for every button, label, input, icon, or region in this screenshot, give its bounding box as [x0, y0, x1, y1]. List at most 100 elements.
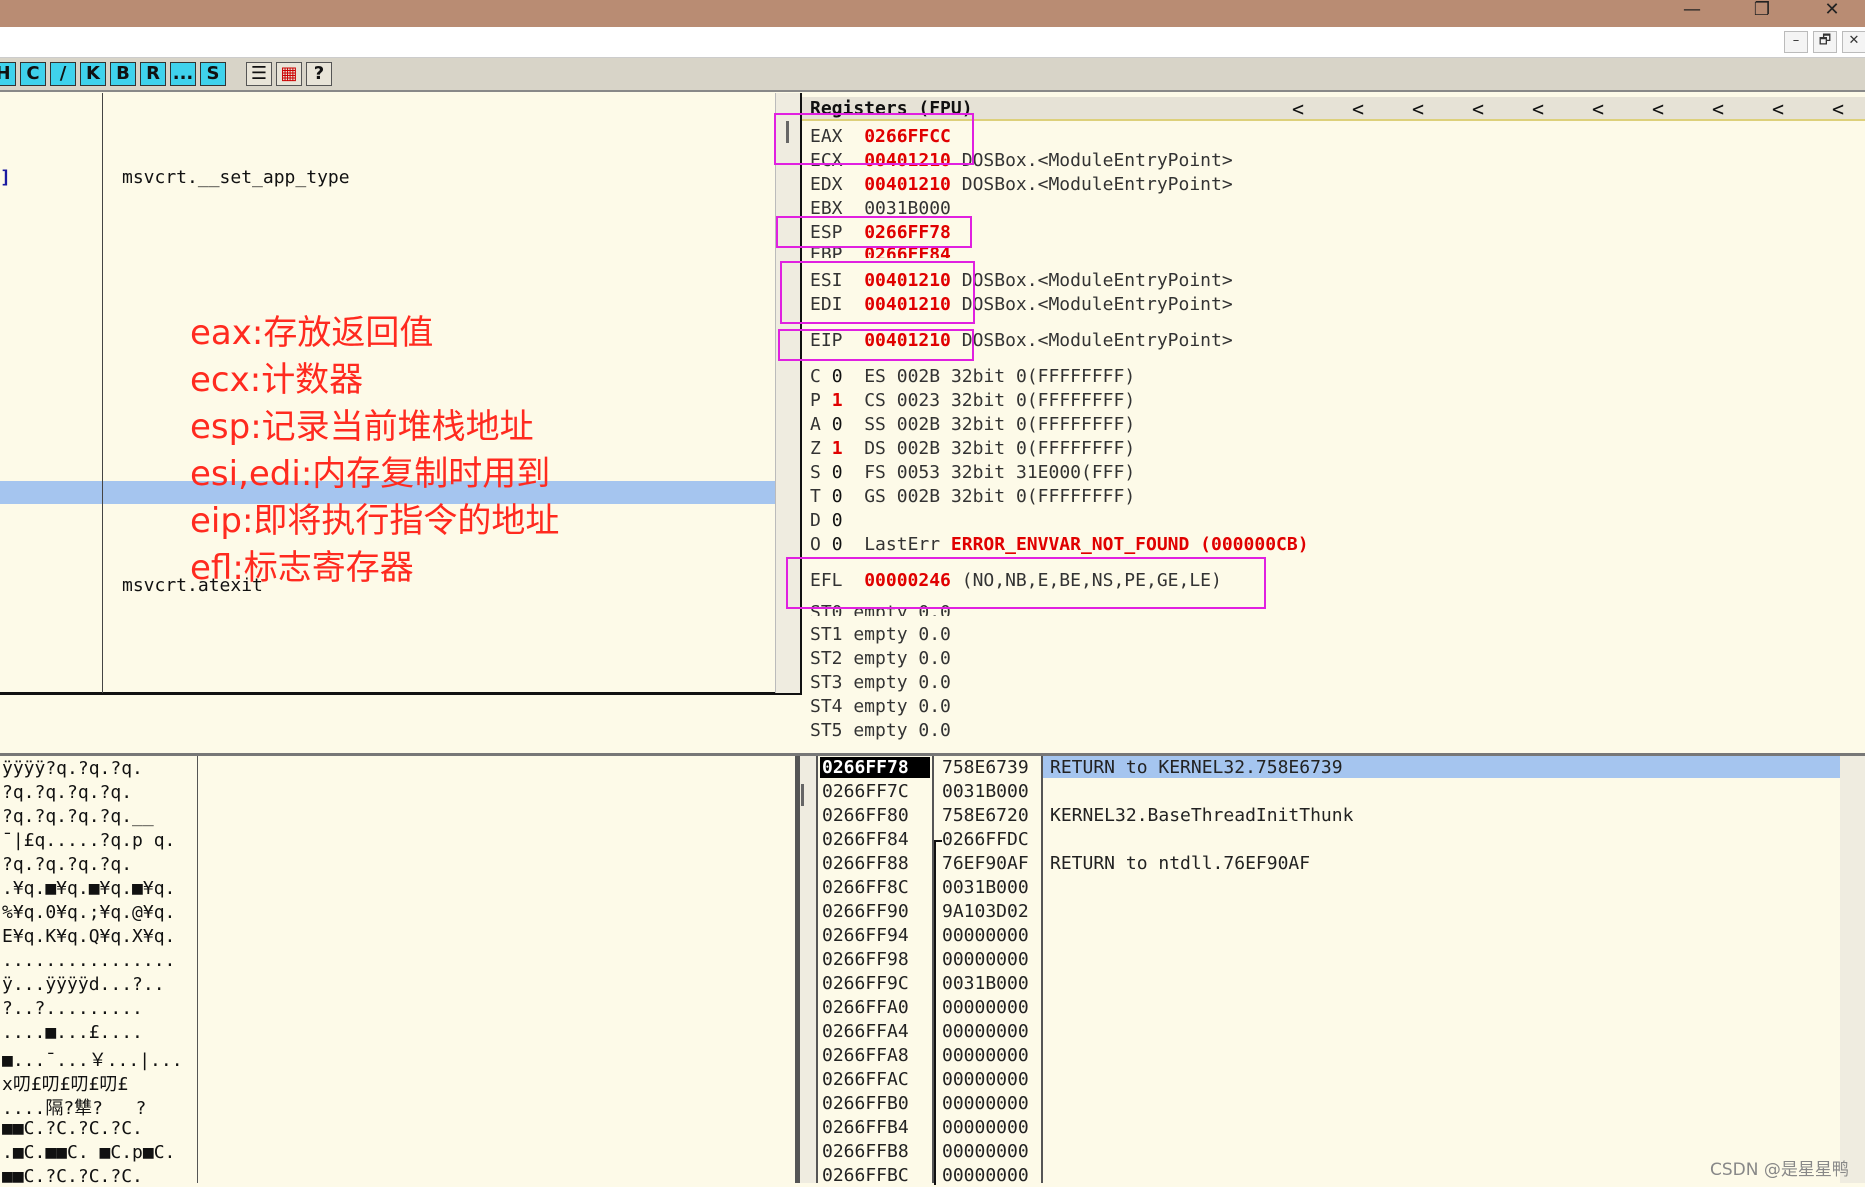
stack-frame-bracket [934, 840, 942, 1185]
fpu-st5[interactable]: ST5 empty 0.0 [810, 720, 951, 741]
stack-value[interactable]: 00000000 [942, 1045, 1029, 1066]
close-button[interactable]: ✕ [1812, 0, 1852, 22]
watermark: CSDN @是星星鸭 [1710, 1160, 1849, 1180]
stack-value[interactable]: 0031B000 [942, 877, 1029, 898]
stack-value[interactable]: 00000000 [942, 1117, 1029, 1138]
scroll-left-icon[interactable]: < [1592, 97, 1604, 121]
flag-row-s[interactable]: S 0 FS 0053 32bit 31E000(FFF) [810, 462, 1135, 483]
stack-address[interactable]: 0266FF80 [822, 805, 909, 826]
help-icon: ? [313, 63, 325, 84]
stack-address[interactable]: 0266FF94 [822, 925, 909, 946]
stack-right-scrollbar[interactable] [1840, 756, 1865, 1183]
minimize-button[interactable]: — [1672, 0, 1712, 22]
stack-value[interactable]: 758E6739 [942, 757, 1029, 778]
stack-address[interactable]: 0266FF84 [822, 829, 909, 850]
registers-pane[interactable]: Registers (FPU) < < < < < < < < < < EAX … [774, 93, 1865, 753]
mdi-restore-button[interactable]: 🗗 [1813, 31, 1837, 53]
mdi-close-button[interactable]: ✕ [1842, 31, 1865, 53]
list-icon: ☰ [250, 63, 268, 84]
stack-value[interactable]: 00000000 [942, 1069, 1029, 1090]
stack-address[interactable]: 0266FF9C [822, 973, 909, 994]
stack-address[interactable]: 0266FFA0 [822, 997, 909, 1018]
stack-value[interactable]: 00000000 [942, 1021, 1029, 1042]
fpu-st2[interactable]: ST2 empty 0.0 [810, 648, 951, 669]
stack-address[interactable]: 0266FFA8 [822, 1045, 909, 1066]
stack-address[interactable]: 0266FFB8 [822, 1141, 909, 1162]
help-button[interactable]: ? [306, 62, 332, 86]
grid-view-button[interactable]: ▦ [276, 62, 302, 86]
stack-address[interactable]: 0266FF88 [822, 853, 909, 874]
disasm-bracket: ] [0, 167, 11, 188]
memory-dump-pane[interactable]: ÿÿÿÿ?q.?q.?q. ?q.?q.?q.?q. ?q.?q.?q.?q._… [0, 756, 800, 1187]
flag-row-t[interactable]: T 0 GS 002B 32bit 0(FFFFFFFF) [810, 486, 1135, 507]
flag-row-d[interactable]: D 0 [810, 510, 843, 531]
stack-address[interactable]: 0266FF90 [822, 901, 909, 922]
dump-line: ■...¯...￥...|... [2, 1050, 183, 1071]
fpu-st3[interactable]: ST3 empty 0.0 [810, 672, 951, 693]
restore-button[interactable]: ❐ [1742, 0, 1782, 22]
lasterr-row[interactable]: O 0 LastErr ERROR_ENVVAR_NOT_FOUND (0000… [810, 534, 1309, 555]
dump-line: ■■C.?C.?C.?C. [2, 1166, 143, 1187]
stack-address[interactable]: 0266FFA4 [822, 1021, 909, 1042]
stack-address[interactable]: 0266FFB0 [822, 1093, 909, 1114]
scroll-left-icon[interactable]: < [1532, 97, 1544, 121]
stack-value[interactable]: 0266FFDC [942, 829, 1029, 850]
dump-column-separator [197, 756, 198, 1183]
disassembly-pane[interactable]: ] msvcrt.__set_app_type msvcrt.atexit ea… [0, 93, 802, 695]
stack-address[interactable]: 0266FFAC [822, 1069, 909, 1090]
stack-value[interactable]: 76EF90AF [942, 853, 1029, 874]
toolbar-button-c[interactable]: C [20, 62, 46, 86]
scroll-left-icon[interactable]: < [1292, 97, 1304, 121]
scroll-left-icon[interactable]: < [1652, 97, 1664, 121]
toolbar-button-r[interactable]: R [140, 62, 166, 86]
stack-value[interactable]: 0031B000 [942, 973, 1029, 994]
stack-address[interactable]: 0266FF98 [822, 949, 909, 970]
flag-row-a[interactable]: A 0 SS 002B 32bit 0(FFFFFFFF) [810, 414, 1135, 435]
stack-left-scrollbar[interactable] [800, 756, 816, 1183]
toolbar-button-b[interactable]: B [110, 62, 136, 86]
dump-line: ?q.?q.?q.?q. [2, 854, 133, 875]
list-view-button[interactable]: ☰ [246, 62, 272, 86]
stack-address[interactable]: 0266FFB4 [822, 1117, 909, 1138]
stack-comment: RETURN to ntdll.76EF90AF [1050, 853, 1311, 874]
dump-line: ?q.?q.?q.?q. [2, 782, 133, 803]
stack-value[interactable]: 00000000 [942, 1141, 1029, 1162]
register-edx[interactable]: EDX 00401210 DOSBox.<ModuleEntryPoint> [810, 174, 1233, 195]
fpu-st4[interactable]: ST4 empty 0.0 [810, 696, 951, 717]
scroll-left-icon[interactable]: < [1772, 97, 1784, 121]
stack-value[interactable]: 0031B000 [942, 781, 1029, 802]
column-separator [102, 93, 103, 693]
scroll-left-icon[interactable]: < [1352, 97, 1364, 121]
toolbar-button-slash[interactable]: / [50, 62, 76, 86]
stack-address[interactable]: 0266FF78 [822, 757, 909, 778]
flag-row-c[interactable]: C 0 ES 002B 32bit 0(FFFFFFFF) [810, 366, 1135, 387]
stack-address[interactable]: 0266FF7C [822, 781, 909, 802]
stack-value[interactable]: 758E6720 [942, 805, 1029, 826]
toolbar-button-h[interactable]: H [0, 62, 16, 86]
stack-value[interactable]: 9A103D02 [942, 901, 1029, 922]
stack-value[interactable]: 00000000 [942, 949, 1029, 970]
highlight-box-eip [778, 329, 974, 361]
scroll-left-icon[interactable]: < [1412, 97, 1424, 121]
stack-value[interactable]: 00000000 [942, 1093, 1029, 1114]
toolbar-button-dots[interactable]: ... [170, 62, 196, 86]
scroll-left-icon[interactable]: < [1712, 97, 1724, 121]
annotation-ecx: ecx:计数器 [190, 360, 364, 400]
scroll-left-icon[interactable]: < [1472, 97, 1484, 121]
toolbar-button-s[interactable]: S [200, 62, 226, 86]
stack-value[interactable]: 00000000 [942, 925, 1029, 946]
fpu-st1[interactable]: ST1 empty 0.0 [810, 624, 951, 645]
scroll-thumb[interactable] [801, 784, 804, 806]
stack-value[interactable]: 00000000 [942, 997, 1029, 1018]
flag-row-z[interactable]: Z 1 DS 002B 32bit 0(FFFFFFFF) [810, 438, 1135, 459]
close-icon: ✕ [1824, 0, 1840, 20]
annotation-eax: eax:存放返回值 [190, 313, 434, 353]
stack-address[interactable]: 0266FF8C [822, 877, 909, 898]
flag-row-p[interactable]: P 1 CS 0023 32bit 0(FFFFFFFF) [810, 390, 1135, 411]
highlight-box-efl [786, 557, 1266, 609]
mdi-minimize-button[interactable]: – [1784, 31, 1808, 53]
annotation-eip: eip:即将执行指令的地址 [190, 501, 560, 541]
stack-pane[interactable]: 0266FF78 758E6739 RETURN to KERNEL32.758… [800, 756, 1865, 1186]
toolbar-button-k[interactable]: K [80, 62, 106, 86]
scroll-left-icon[interactable]: < [1832, 97, 1844, 121]
